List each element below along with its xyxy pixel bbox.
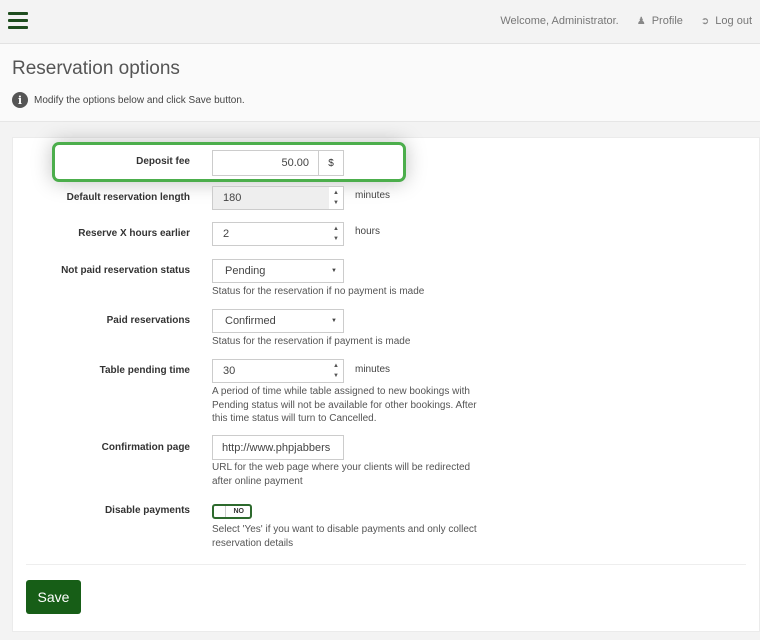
top-nav: Welcome, Administrator. ♟ Profile ➲ Log …	[500, 15, 752, 27]
info-notice: i Modify the options below and click Sav…	[12, 92, 245, 108]
confirmation-page-help: URL for the web page where your clients …	[212, 462, 471, 487]
pending-time-stepper[interactable]: ▲ ▼	[329, 360, 343, 382]
toggle-state: NO	[233, 508, 245, 515]
default-length-unit: minutes	[355, 190, 391, 201]
not-paid-status-select[interactable]: Pending ▼	[212, 259, 344, 283]
confirmation-page-label: Confirmation page	[101, 442, 190, 453]
default-length-label: Default reservation length	[66, 192, 190, 203]
toggle-knob	[215, 506, 226, 517]
pending-time-label: Table pending time	[99, 365, 190, 376]
pending-time-unit: minutes	[355, 364, 391, 375]
confirmation-page-input[interactable]: http://www.phpjabbers	[212, 435, 344, 460]
logout-link[interactable]: ➲ Log out	[701, 15, 752, 27]
info-icon: i	[12, 92, 28, 108]
save-button[interactable]: Save	[26, 580, 81, 614]
disable-payments-label: Disable payments	[104, 505, 190, 516]
chevron-down-icon: ▼	[331, 268, 337, 274]
reserve-earlier-label: Reserve X hours earlier	[78, 228, 190, 239]
welcome-text: Welcome, Administrator.	[500, 15, 619, 27]
not-paid-status-label: Not paid reservation status	[61, 265, 190, 276]
page-title: Reservation options	[12, 58, 180, 79]
pending-time-input[interactable]: 30 ▲ ▼	[212, 359, 344, 383]
paid-status-help: Status for the reservation if payment is…	[212, 336, 411, 347]
pending-time-help: A period of time while table assigned to…	[212, 386, 477, 424]
reserve-earlier-unit: hours	[355, 226, 381, 237]
hamburger-icon[interactable]	[8, 12, 28, 30]
divider	[26, 564, 746, 565]
deposit-fee-input[interactable]: 50.00	[212, 150, 319, 176]
disable-payments-help: Select 'Yes' if you want to disable paym…	[212, 524, 477, 549]
paid-status-select[interactable]: Confirmed ▼	[212, 309, 344, 333]
paid-status-label: Paid reservations	[106, 315, 190, 326]
currency-addon: $	[318, 150, 344, 176]
default-length-input[interactable]: 180 ▲ ▼	[212, 186, 344, 210]
logout-icon: ➲	[700, 15, 710, 27]
profile-label: Profile	[651, 15, 683, 27]
logout-label: Log out	[715, 15, 752, 27]
top-bar: Welcome, Administrator. ♟ Profile ➲ Log …	[0, 0, 760, 44]
reserve-earlier-input[interactable]: 2 ▲ ▼	[212, 222, 344, 246]
not-paid-status-help: Status for the reservation if no payment…	[212, 286, 425, 297]
chevron-down-icon: ▼	[331, 318, 337, 324]
deposit-fee-label: Deposit fee	[136, 156, 190, 167]
user-icon: ♟	[636, 15, 646, 27]
reserve-earlier-stepper[interactable]: ▲ ▼	[329, 223, 343, 245]
disable-payments-toggle[interactable]: NO	[212, 504, 252, 519]
info-text: Modify the options below and click Save …	[34, 94, 245, 106]
profile-link[interactable]: ♟ Profile	[637, 15, 683, 27]
default-length-stepper[interactable]: ▲ ▼	[329, 187, 343, 209]
page-header: Reservation options i Modify the options…	[0, 44, 760, 122]
